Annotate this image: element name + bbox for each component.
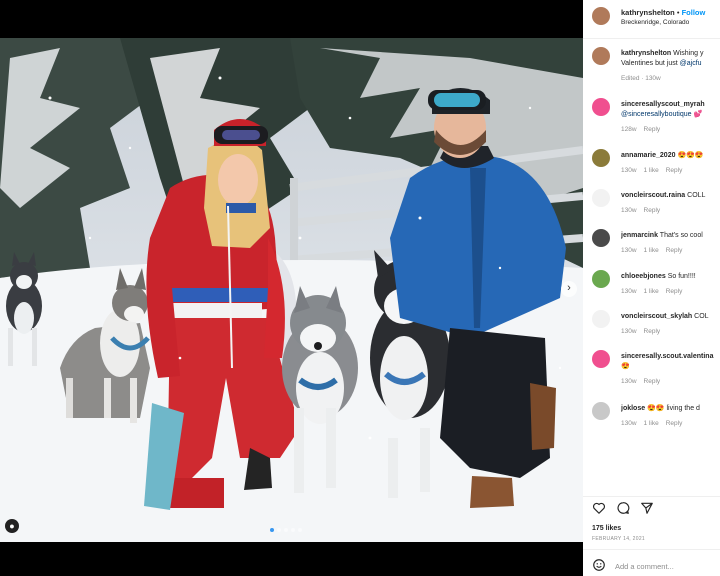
comment-likes[interactable]: 1 like (644, 420, 659, 427)
comment-body: 😍😍 living the d (647, 405, 700, 412)
comment-username[interactable]: jenmarcink (621, 232, 658, 239)
comment-icon[interactable] (616, 501, 630, 515)
next-arrow-icon[interactable]: › (561, 281, 577, 297)
post-date: FEBRUARY 14, 2021 (592, 536, 645, 542)
post-header-line: kathrynshelton • Follow (621, 8, 705, 17)
comment-username[interactable]: annamarie_2020 (621, 152, 675, 159)
comment-time: 128w (621, 126, 637, 133)
comment-body: That's so cool (659, 232, 703, 239)
caption-meta: Edited · 130w (621, 75, 661, 82)
avatar[interactable] (592, 47, 610, 65)
comment-meta: 128w Reply (621, 126, 667, 133)
comment-meta: 130w 1 like Reply (621, 247, 689, 254)
comment-body: COLL (687, 192, 706, 199)
comment-body: 😍 (621, 363, 630, 370)
comment-meta: 130w 1 like Reply (621, 420, 689, 427)
comment-meta: 130w 1 like Reply (621, 167, 689, 174)
avatar[interactable] (592, 270, 610, 288)
comment-meta: 130w Reply (621, 207, 667, 214)
post-actions (583, 496, 720, 519)
carousel-dot (284, 528, 288, 532)
comment-text: voncleirscout_skylah COL (621, 312, 720, 322)
comment-likes[interactable]: 1 like (644, 247, 659, 254)
comment-body: 😍😍😍 (677, 152, 704, 159)
reply-button[interactable]: Reply (644, 328, 661, 335)
avatar[interactable] (592, 98, 610, 116)
comment-likes[interactable]: 1 like (644, 167, 659, 174)
reply-button[interactable]: Reply (644, 126, 661, 133)
comment-time: 130w (621, 328, 637, 335)
comment-username[interactable]: chloeebjones (621, 273, 666, 280)
caption-body-line2: Valentines but just (621, 60, 680, 67)
reply-button[interactable]: Reply (666, 167, 683, 174)
comment-username[interactable]: voncleirscout.raina (621, 192, 685, 199)
comment-username[interactable]: kathrynshelton (621, 50, 671, 57)
post-location[interactable]: Breckenridge, Colorado (621, 19, 689, 26)
bottom-bar (0, 542, 583, 576)
avatar[interactable] (592, 149, 610, 167)
post-header: kathrynshelton • Follow Breckenridge, Co… (583, 0, 720, 39)
comment-text: joklose 😍😍 living the d (621, 404, 720, 414)
comment-text: annamarie_2020 😍😍😍 (621, 151, 720, 161)
comment-meta: 130w 1 like Reply (621, 288, 689, 295)
comment-time: 130w (621, 378, 637, 385)
mention-link[interactable]: @ajcfu (680, 60, 702, 67)
post-username[interactable]: kathrynshelton (621, 8, 675, 17)
comment-body: COL (694, 313, 709, 320)
caption-body: Wishing y (673, 50, 704, 57)
avatar[interactable] (592, 402, 610, 420)
avatar[interactable] (592, 350, 610, 368)
heart-icon[interactable] (592, 501, 606, 515)
likes-count[interactable]: 175 likes (592, 525, 621, 532)
comment-meta: 130w Reply (621, 378, 667, 385)
comment-time: 130w (621, 288, 637, 295)
reply-button[interactable]: Reply (666, 288, 683, 295)
reply-button[interactable]: Reply (666, 247, 683, 254)
photo-scene (0, 38, 583, 542)
comment-username[interactable]: sinceresallyscout_myrah (621, 101, 705, 108)
separator-dot: • (676, 8, 680, 17)
comment-time: 130w (621, 207, 637, 214)
emoji-icon[interactable] (592, 558, 606, 572)
share-icon[interactable] (640, 501, 654, 515)
avatar[interactable] (592, 229, 610, 247)
comment-text: sinceresallyscout_myrah @sinceresallybou… (621, 100, 720, 120)
follow-button[interactable]: Follow (682, 8, 706, 17)
post-photo[interactable] (0, 38, 583, 542)
comment-username[interactable]: joklose (621, 405, 645, 412)
user-tag-icon[interactable]: ● (5, 519, 19, 533)
avatar[interactable] (592, 310, 610, 328)
comment-likes[interactable]: 1 like (644, 288, 659, 295)
comment-meta: 130w Reply (621, 328, 667, 335)
reply-button[interactable]: Reply (666, 420, 683, 427)
reply-button[interactable]: Reply (644, 378, 661, 385)
comment-username[interactable]: voncleirscout_skylah (621, 313, 692, 320)
add-comment-bar: Add a comment... (583, 549, 720, 576)
caption-text: kathrynshelton Wishing y Valentines but … (621, 49, 720, 69)
carousel-dot (277, 528, 281, 532)
post-side-panel: kathrynshelton • Follow Breckenridge, Co… (583, 0, 720, 576)
comment-username[interactable]: sinceresally.scout.valentina (621, 353, 713, 360)
carousel-dots (270, 528, 302, 532)
comment-text: sinceresally.scout.valentina 😍 (621, 352, 720, 372)
comment-time: 130w (621, 167, 637, 174)
comment-body[interactable]: @sinceresallyboutique 💕 (621, 111, 702, 118)
carousel-dot (298, 528, 302, 532)
carousel-dot (270, 528, 274, 532)
avatar[interactable] (592, 189, 610, 207)
reply-button[interactable]: Reply (644, 207, 661, 214)
comment-text: chloeebjones So fun!!!! (621, 272, 720, 282)
avatar[interactable] (592, 7, 610, 25)
comment-text: voncleirscout.raina COLL (621, 191, 720, 201)
comment-time: 130w (621, 247, 637, 254)
comment-body: So fun!!!! (667, 273, 696, 280)
comment-text: jenmarcink That's so cool (621, 231, 720, 241)
top-bar (0, 0, 583, 38)
add-comment-input[interactable]: Add a comment... (615, 562, 674, 571)
carousel-dot (291, 528, 295, 532)
comment-time: 130w (621, 420, 637, 427)
